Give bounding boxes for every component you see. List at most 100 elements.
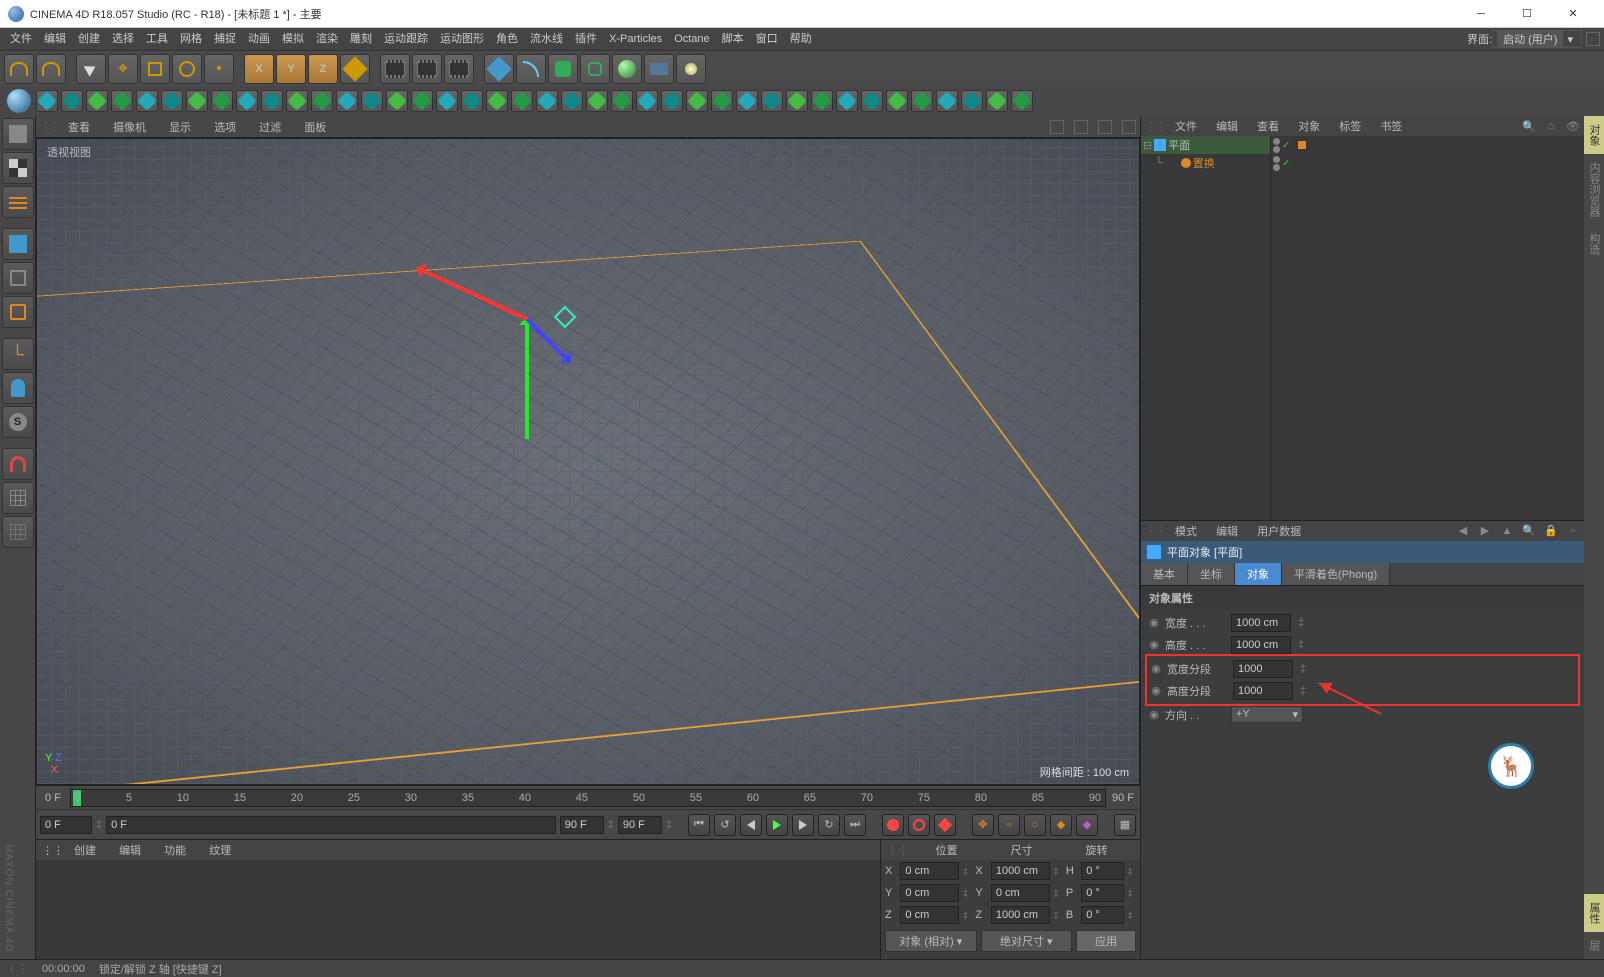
menu-流水线[interactable]: 流水线	[524, 28, 569, 50]
key-rot-button[interactable]: ○	[1024, 814, 1046, 836]
plugin-button-18[interactable]	[486, 90, 508, 112]
key-pla-button[interactable]: ◆	[1076, 814, 1098, 836]
tree-item-置换[interactable]: └ 置换	[1141, 154, 1270, 172]
rot-Z-field[interactable]: 0 °	[1081, 906, 1124, 924]
vp-layout-1[interactable]	[1050, 120, 1064, 134]
plugin-button-19[interactable]	[511, 90, 533, 112]
preview-end-field[interactable]: 90 F	[618, 816, 662, 834]
size-mode-dropdown[interactable]: 绝对尺寸 ▾	[981, 930, 1073, 952]
plugin-button-26[interactable]	[686, 90, 708, 112]
mat-menu-创建[interactable]: 创建	[74, 842, 96, 858]
vp-menu-选项[interactable]: 选项	[214, 119, 236, 135]
prev-frame-button[interactable]	[740, 814, 762, 836]
maximize-button[interactable]: ☐	[1504, 0, 1550, 28]
goto-start-button[interactable]: ⏮	[688, 814, 710, 836]
apply-button[interactable]: 应用	[1076, 930, 1136, 952]
axis-mode-button[interactable]: └	[2, 338, 34, 370]
menu-模拟[interactable]: 模拟	[276, 28, 310, 50]
plugin-button-29[interactable]	[761, 90, 783, 112]
plugin-button-32[interactable]	[836, 90, 858, 112]
enable-toggle[interactable]: ✓	[1282, 140, 1290, 151]
plugin-button-13[interactable]	[361, 90, 383, 112]
key-scale-button[interactable]: ▫	[998, 814, 1020, 836]
tweak-mode-button[interactable]	[2, 372, 34, 404]
content-browser-icon[interactable]	[4, 86, 34, 116]
attr-tab-平滑着色(Phong)[interactable]: 平滑着色(Phong)	[1282, 563, 1390, 585]
axis-x-toggle[interactable]: X	[244, 54, 274, 84]
rot-X-field[interactable]: 0 °	[1081, 862, 1124, 880]
plugin-button-36[interactable]	[936, 90, 958, 112]
obj-menu-查看[interactable]: 查看	[1257, 118, 1279, 134]
add-spline-button[interactable]	[516, 54, 546, 84]
rotate-tool[interactable]	[172, 54, 202, 84]
plugin-button-24[interactable]	[636, 90, 658, 112]
plugin-button-15[interactable]	[411, 90, 433, 112]
close-button[interactable]: ✕	[1550, 0, 1596, 28]
range-end-field[interactable]: 90 F	[560, 816, 604, 834]
plugin-button-10[interactable]	[286, 90, 308, 112]
tab-layer[interactable]: 层	[1584, 932, 1604, 959]
model-mode-button[interactable]	[2, 152, 34, 184]
plugin-button-38[interactable]	[986, 90, 1008, 112]
back-icon[interactable]: ◀	[1456, 524, 1470, 538]
point-mode-button[interactable]	[2, 262, 34, 294]
menu-创建[interactable]: 创建	[72, 28, 106, 50]
menu-编辑[interactable]: 编辑	[38, 28, 72, 50]
plugin-button-27[interactable]	[711, 90, 733, 112]
current-frame-field[interactable]: 0 F	[106, 816, 556, 834]
mat-menu-纹理[interactable]: 纹理	[209, 842, 231, 858]
lock-icon[interactable]: 🔒	[1544, 524, 1558, 538]
add-camera-button[interactable]	[644, 54, 674, 84]
layout-dropdown[interactable]: 启动 (用户)▾	[1492, 30, 1582, 48]
plugin-button-14[interactable]	[386, 90, 408, 112]
object-mode-button[interactable]	[2, 228, 34, 260]
move-tool[interactable]: ✥	[108, 54, 138, 84]
timeline-track[interactable]: 051015202530354045505560657075808590	[70, 789, 1106, 807]
plugin-button-7[interactable]	[211, 90, 233, 112]
tab-content[interactable]: 内容浏览器	[1584, 154, 1604, 225]
tab-struct[interactable]: 构造	[1584, 225, 1604, 263]
phong-tag-icon[interactable]	[1298, 141, 1306, 149]
plugin-button-34[interactable]	[886, 90, 908, 112]
search-icon[interactable]: 🔍	[1522, 524, 1536, 538]
attr-menu-用户数据[interactable]: 用户数据	[1257, 523, 1301, 539]
last-tool[interactable]: ✦	[204, 54, 234, 84]
render-pv-button[interactable]	[412, 54, 442, 84]
object-tree[interactable]: ⊟ 平面 └ 置换	[1141, 136, 1271, 520]
menu-Octane[interactable]: Octane	[668, 28, 715, 50]
vp-layout-4[interactable]	[1122, 120, 1136, 134]
menu-运动图形[interactable]: 运动图形	[434, 28, 490, 50]
add-environment-button[interactable]	[612, 54, 642, 84]
方向-dropdown[interactable]: +Y▾	[1231, 706, 1303, 723]
obj-menu-编辑[interactable]: 编辑	[1216, 118, 1238, 134]
timeline-ruler[interactable]: 0 F 051015202530354045505560657075808590…	[36, 785, 1140, 809]
layout-grid-icon[interactable]	[1586, 32, 1600, 46]
vp-menu-显示[interactable]: 显示	[169, 119, 191, 135]
plugin-button-0[interactable]	[36, 90, 58, 112]
pos-Z-field[interactable]: 0 cm	[900, 906, 959, 924]
prev-key-button[interactable]: ↺	[714, 814, 736, 836]
goto-end-button[interactable]: ⏭	[844, 814, 866, 836]
vp-menu-过滤[interactable]: 过滤	[259, 119, 281, 135]
plugin-button-17[interactable]	[461, 90, 483, 112]
select-tool[interactable]	[76, 54, 106, 84]
mat-menu-编辑[interactable]: 编辑	[119, 842, 141, 858]
workplane-button[interactable]	[2, 482, 34, 514]
tree-item-平面[interactable]: ⊟ 平面	[1141, 136, 1270, 154]
plugin-button-31[interactable]	[811, 90, 833, 112]
enable-toggle[interactable]: ✓	[1282, 158, 1290, 169]
obj-menu-对象[interactable]: 对象	[1298, 118, 1320, 134]
range-start-field[interactable]: 0 F	[40, 816, 92, 834]
plugin-button-5[interactable]	[161, 90, 183, 112]
render-view-button[interactable]	[380, 54, 410, 84]
key-param-button[interactable]: ◆	[1050, 814, 1072, 836]
plugin-button-3[interactable]	[111, 90, 133, 112]
plugin-button-22[interactable]	[586, 90, 608, 112]
vp-layout-2[interactable]	[1074, 120, 1088, 134]
obj-menu-标签[interactable]: 标签	[1339, 118, 1361, 134]
add-deformer-button[interactable]	[580, 54, 610, 84]
soft-select-button[interactable]	[2, 448, 34, 480]
scale-tool[interactable]	[140, 54, 170, 84]
coord-mode-dropdown[interactable]: 对象 (相对) ▾	[885, 930, 977, 952]
y-axis-handle[interactable]	[525, 319, 529, 439]
